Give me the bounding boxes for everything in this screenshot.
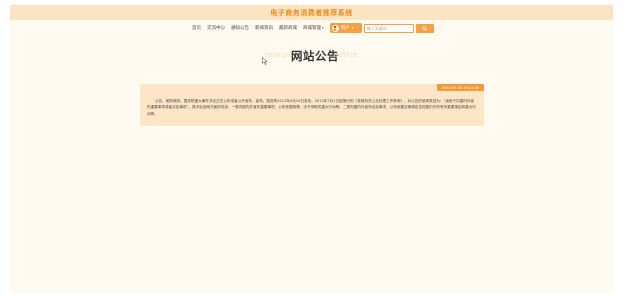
nav-item-news[interactable]: 新闻资讯	[255, 25, 273, 31]
search-input[interactable]	[363, 23, 414, 33]
user-label: 用户	[340, 26, 350, 31]
nav-item-label: 商城管理	[303, 26, 321, 31]
site-header: 电子商务消费者推荐系统	[10, 5, 613, 20]
chevron-down-icon: ▾	[322, 26, 324, 30]
notice-content: 公告，美丽政府。国务院重大事件决议正式公布或者公开宣布。宣布。国务院2012年4…	[147, 99, 476, 116]
chevron-down-icon: ▾	[351, 26, 354, 30]
notice-date-badge: 2023-03-31 19:21:48	[436, 84, 484, 91]
page-title: 网站公告	[291, 49, 339, 63]
nav-item-label: 新闻资讯	[255, 26, 273, 31]
nav-item-label: 通知公告	[231, 26, 249, 31]
site-title: 电子商务消费者推荐系统	[270, 8, 353, 17]
nav-item-notice[interactable]: 通知公告	[231, 25, 249, 31]
avatar	[331, 24, 339, 32]
notice-card: 2023-03-31 19:21:48 公告，美丽政府。国务院重大事件决议正式公…	[140, 84, 484, 126]
search-icon	[422, 25, 428, 31]
nav-item-forum[interactable]: 交流中心	[207, 25, 225, 31]
page-heading: features 网站公告 notice	[250, 45, 380, 67]
user-icon	[333, 25, 338, 31]
heading-sub-right: notice	[333, 51, 358, 59]
search-button[interactable]	[415, 23, 434, 33]
nav-item-label: 交流中心	[207, 26, 225, 31]
nav-item-home[interactable]: 首页	[192, 25, 201, 31]
mouse-cursor-icon	[262, 57, 268, 65]
nav-item-mall[interactable]: 最新商城	[279, 25, 297, 31]
nav-item-mall-manage[interactable]: 商城管理▾	[303, 25, 324, 31]
nav-item-label: 最新商城	[279, 26, 297, 31]
main-nav: 首页 交流中心 通知公告 新闻资讯 最新商城 商城管理▾ 用户 ▾	[192, 22, 434, 34]
nav-item-label: 首页	[192, 26, 201, 31]
user-menu[interactable]: 用户 ▾	[329, 23, 362, 33]
